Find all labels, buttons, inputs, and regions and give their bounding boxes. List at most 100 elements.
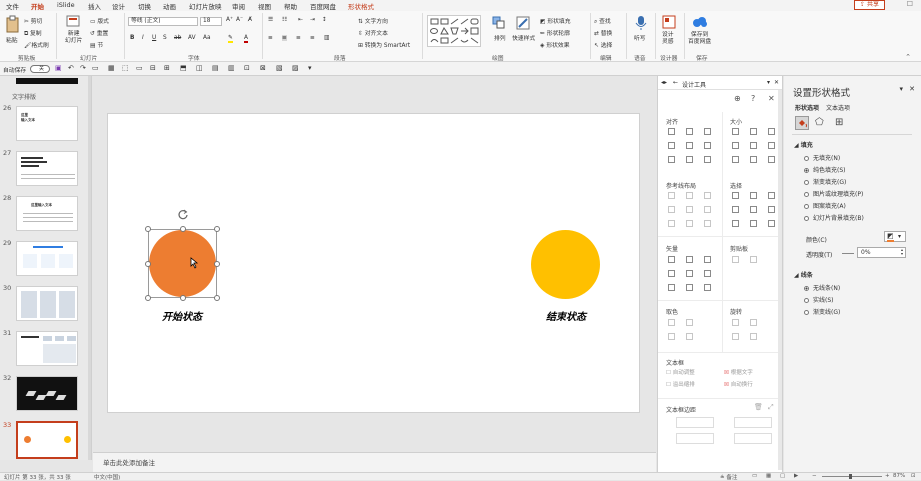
zoom-slider[interactable]: [822, 476, 882, 477]
fit-slide-icon[interactable]: ⊡: [911, 473, 916, 479]
auto-wrap-option[interactable]: ☒ 自动换行: [724, 380, 753, 388]
zoom-out-icon[interactable]: −: [812, 473, 817, 479]
thumbnail-slide-27[interactable]: [16, 151, 78, 186]
design-tool-icon[interactable]: [704, 206, 711, 213]
reset-button[interactable]: ↺ 重置: [90, 28, 108, 37]
design-tool-icon[interactable]: [668, 284, 675, 291]
tab-transitions[interactable]: 切换: [138, 1, 151, 11]
tab-help[interactable]: 帮助: [284, 1, 297, 11]
find-button[interactable]: ⌕ 查找: [594, 16, 611, 26]
dictate-label[interactable]: 听写: [634, 33, 646, 42]
fill-line-icon[interactable]: [795, 116, 809, 130]
thumbnail-slide-28[interactable]: 这里输入文本: [16, 196, 78, 231]
comment-icon[interactable]: ☐: [907, 0, 913, 8]
replace-button[interactable]: ⇄ 替换: [594, 28, 612, 37]
fit-text-option[interactable]: ☒ 根据文字: [724, 368, 753, 376]
bullets-icon[interactable]: ☰: [268, 17, 273, 23]
select-button[interactable]: ↖ 选择: [594, 40, 612, 49]
design-tool-icon[interactable]: [704, 128, 711, 135]
thumbnail-slide-32[interactable]: [16, 376, 78, 411]
shape-outline-button[interactable]: ✏ 形状轮廓: [540, 28, 570, 37]
tab-design[interactable]: 设计: [112, 1, 125, 11]
smartart-button[interactable]: ⊞ 转换为 SmartArt: [358, 40, 410, 49]
start-circle[interactable]: [149, 230, 216, 297]
margin-left-input[interactable]: [676, 417, 714, 428]
align-left-icon[interactable]: ≡: [268, 35, 273, 41]
normal-view-icon[interactable]: ▭: [752, 473, 757, 479]
columns-icon[interactable]: ▥: [324, 35, 329, 41]
resize-handle[interactable]: [214, 295, 220, 301]
design-tool-icon[interactable]: [686, 128, 693, 135]
design-tool-icon[interactable]: [668, 333, 675, 340]
design-tool-icon[interactable]: [750, 206, 757, 213]
qat-icon[interactable]: ⬚: [122, 64, 129, 72]
design-tool-icon[interactable]: [732, 192, 739, 199]
design-tool-icon[interactable]: [704, 192, 711, 199]
design-tool-icon[interactable]: [686, 206, 693, 213]
design-tool-icon[interactable]: [732, 142, 739, 149]
qat-icon[interactable]: ◫: [196, 64, 203, 72]
end-circle[interactable]: [531, 230, 600, 299]
design-tool-icon[interactable]: [732, 319, 739, 326]
dropdown-icon[interactable]: ▾: [767, 79, 770, 86]
design-tools-scrollbar[interactable]: [778, 90, 782, 470]
auto-adjust-option[interactable]: ☐ 自动调整: [666, 368, 695, 376]
margin-right-input[interactable]: [734, 417, 772, 428]
save-icon[interactable]: ▣: [55, 64, 62, 72]
line-option-1[interactable]: 实线(S): [804, 295, 834, 304]
thumbnail-slide-26[interactable]: 这里 输入文本: [16, 106, 78, 141]
design-tool-icon[interactable]: [668, 192, 675, 199]
qat-icon[interactable]: ⊡: [244, 64, 250, 72]
design-tool-icon[interactable]: [768, 128, 775, 135]
paste-icon[interactable]: [6, 15, 20, 33]
design-tool-icon[interactable]: [768, 206, 775, 213]
underline-icon[interactable]: U: [152, 35, 156, 41]
resize-handle[interactable]: [214, 226, 220, 232]
fill-option-4[interactable]: 图案填充(A): [804, 201, 846, 210]
slide-canvas[interactable]: 开始状态 结束状态: [107, 113, 640, 413]
collapse-left-icon[interactable]: ◂▸: [661, 79, 667, 86]
design-tool-icon[interactable]: [686, 142, 693, 149]
strikethrough-icon[interactable]: ab: [174, 35, 181, 41]
rotate-handle-icon[interactable]: [177, 208, 189, 220]
font-name-select[interactable]: 等线 (正文): [128, 17, 198, 26]
design-tool-icon[interactable]: [668, 220, 675, 227]
design-tool-icon[interactable]: [732, 206, 739, 213]
qat-icon[interactable]: ▧: [276, 64, 283, 72]
design-tool-icon[interactable]: [686, 220, 693, 227]
thumbnail-scrollbar[interactable]: [88, 76, 91, 460]
qat-icon[interactable]: ▥: [228, 64, 235, 72]
shape-fill-button[interactable]: ◩ 形状填充: [540, 16, 571, 25]
italic-icon[interactable]: I: [142, 35, 144, 41]
design-tool-icon[interactable]: [668, 256, 675, 263]
notes-pane[interactable]: 单击此处添加备注: [93, 452, 656, 472]
resize-handle[interactable]: [214, 261, 220, 267]
tab-shape-options[interactable]: 形状选项: [795, 103, 819, 112]
customize-qat-icon[interactable]: ▾: [308, 64, 312, 72]
tab-review[interactable]: 审阅: [232, 1, 245, 11]
design-tool-icon[interactable]: [668, 206, 675, 213]
design-tool-icon[interactable]: [686, 333, 693, 340]
design-tool-icon[interactable]: [750, 142, 757, 149]
arrange-label[interactable]: 排列: [494, 33, 506, 42]
shrink-font-icon[interactable]: A⁻: [236, 17, 243, 23]
line-section-header[interactable]: ◢ 线条: [794, 270, 813, 279]
design-tool-icon[interactable]: [704, 142, 711, 149]
design-tool-icon[interactable]: [686, 319, 693, 326]
align-center-icon[interactable]: ≡: [282, 35, 287, 41]
design-tool-icon[interactable]: [686, 256, 693, 263]
indent-increase-icon[interactable]: ⇥: [310, 17, 315, 23]
resize-handle[interactable]: [145, 226, 151, 232]
bold-icon[interactable]: B: [130, 35, 134, 41]
thumbnail-slide-31[interactable]: [16, 331, 78, 366]
tab-baidu-netdisk[interactable]: 百度网盘: [310, 1, 336, 11]
design-tool-icon[interactable]: [668, 156, 675, 163]
margin-bottom-input[interactable]: [734, 433, 772, 444]
design-tool-icon[interactable]: [686, 270, 693, 277]
tab-slideshow[interactable]: 幻灯片放映: [189, 1, 222, 11]
collapse-ribbon-icon[interactable]: ⌃: [905, 53, 911, 61]
end-state-label[interactable]: 结束状态: [546, 308, 586, 323]
fill-option-3[interactable]: 图片或纹理填充(P): [804, 189, 863, 198]
text-direction-button[interactable]: ⇅ 文字方向: [358, 16, 388, 25]
design-tool-icon[interactable]: [686, 156, 693, 163]
